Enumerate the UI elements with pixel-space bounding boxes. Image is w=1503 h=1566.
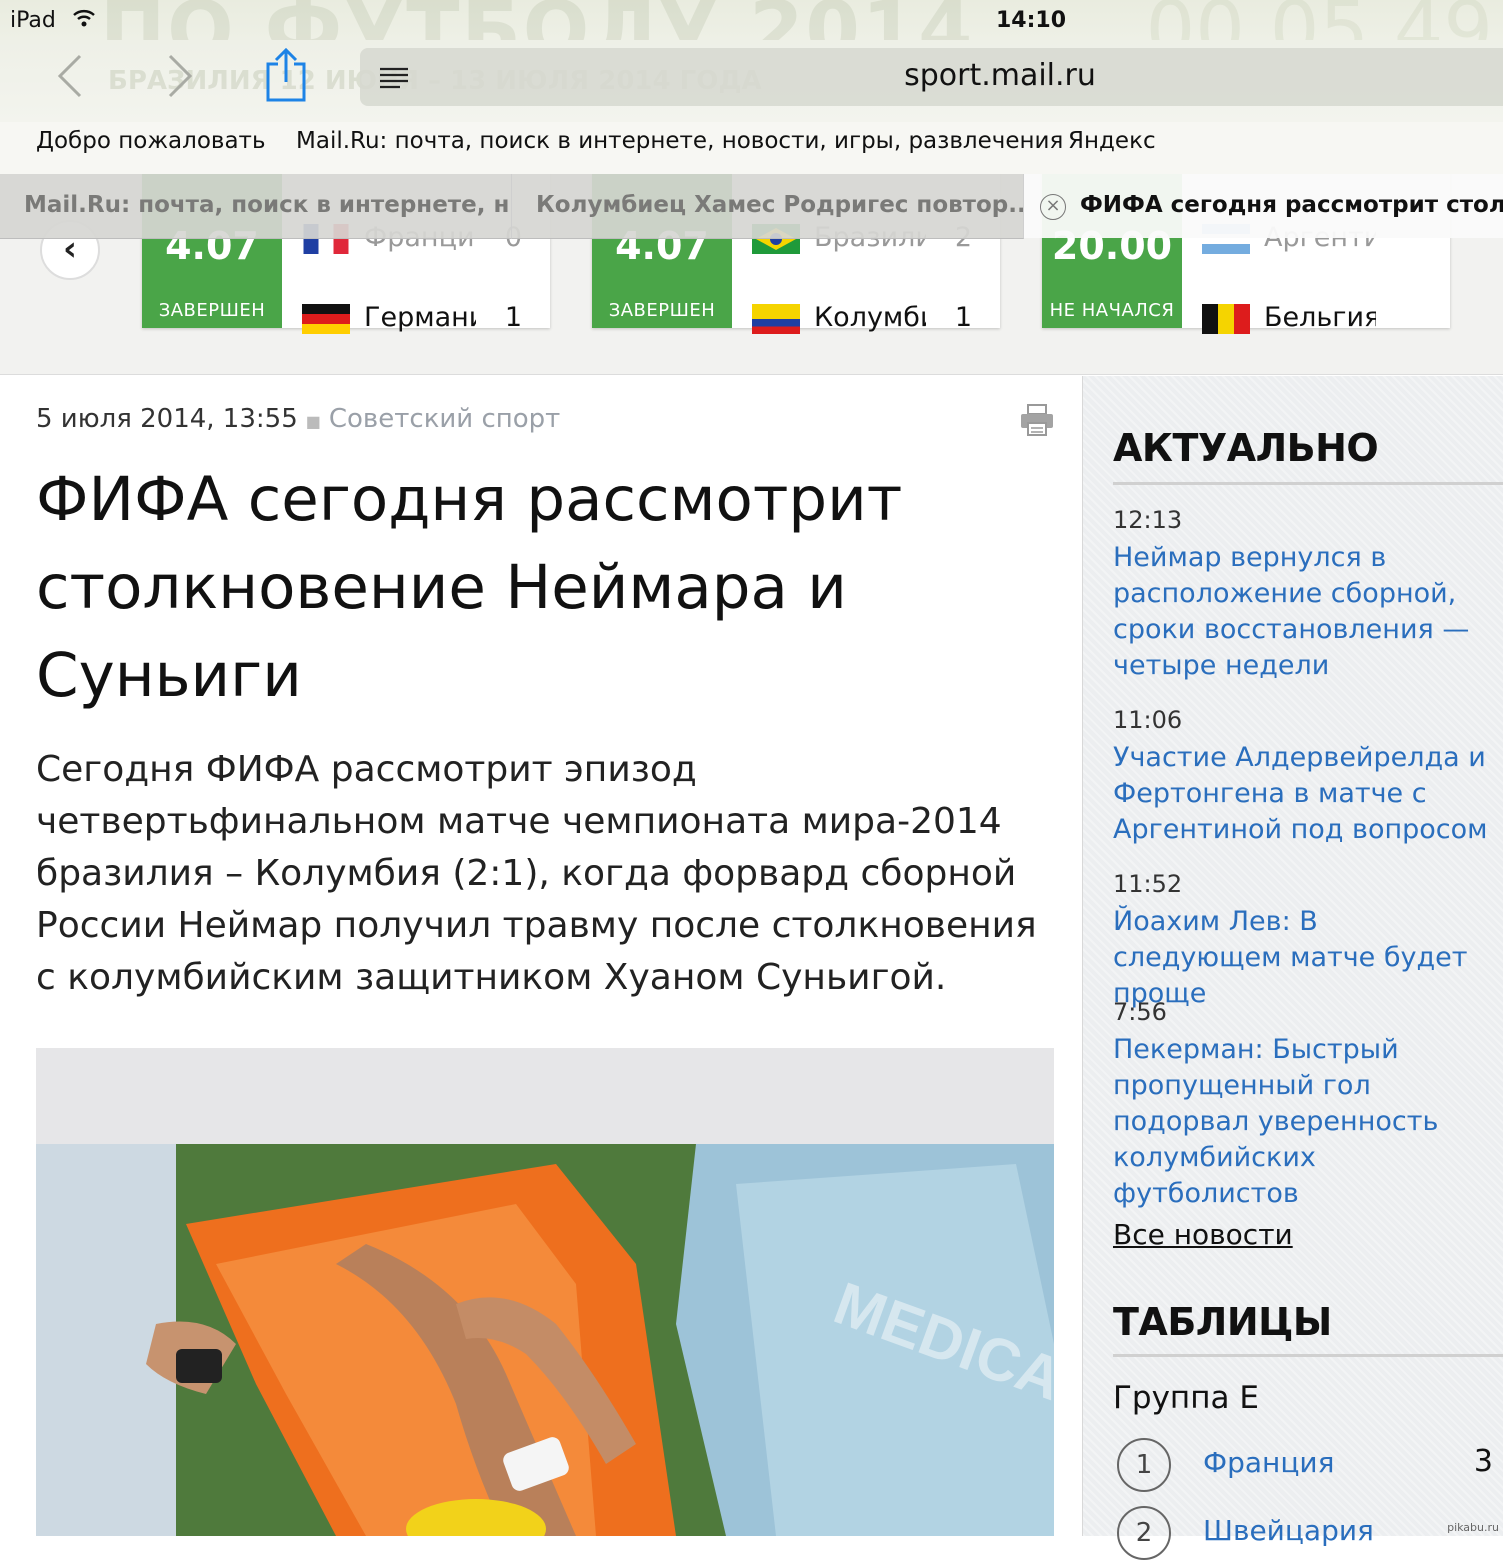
- rank-badge: 2: [1117, 1506, 1171, 1560]
- device-label: iPad: [10, 8, 56, 33]
- team-points: 3: [1473, 1444, 1493, 1479]
- back-button[interactable]: [56, 54, 84, 98]
- browser-tab[interactable]: Mail.Ru: почта, поиск в интернете, н...: [0, 174, 512, 239]
- bookmark-item[interactable]: Яндекс: [1068, 128, 1156, 154]
- tab-label: ФИФА сегодня рассмотрит столк...: [1080, 192, 1503, 218]
- wifi-icon: [72, 8, 96, 33]
- print-icon[interactable]: [1020, 404, 1054, 436]
- standings-row: 1 Франция 3: [1113, 1438, 1493, 1498]
- standings-row: 2 Швейцария: [1113, 1506, 1493, 1566]
- team-link[interactable]: Франция: [1203, 1446, 1334, 1479]
- news-link[interactable]: Йоахим Лев: В следующем матче будет прощ…: [1113, 904, 1483, 1012]
- team-name: Бельгия: [1264, 302, 1376, 333]
- article-lead: Сегодня ФИФА рассмотрит эпизод четвертьф…: [36, 749, 1037, 998]
- all-news-link[interactable]: Все новости: [1113, 1218, 1293, 1251]
- actual-heading: АКТУАЛЬНО: [1113, 426, 1379, 470]
- news-time: 11:06: [1113, 706, 1183, 734]
- article-date: 5 июля 2014, 13:55: [36, 404, 298, 434]
- article-source[interactable]: Советский спорт: [329, 404, 560, 434]
- team-row: Бельгия: [1202, 302, 1432, 336]
- news-time: 7:56: [1113, 998, 1167, 1026]
- match-state: НЕ НАЧАЛСЯ: [1049, 300, 1175, 321]
- team-link[interactable]: Швейцария: [1203, 1514, 1374, 1547]
- url-text[interactable]: sport.mail.ru: [360, 58, 1503, 93]
- share-button[interactable]: [262, 46, 310, 102]
- tabs-bar: Mail.Ru: почта, поиск в интернете, н... …: [0, 174, 1503, 240]
- navigation-bar: БРАЗИЛИЯ 12 ИЮНЯ – 13 ИЮЛЯ 2014 ГОДА spo…: [0, 40, 1503, 122]
- group-title: Группа E: [1113, 1380, 1259, 1416]
- belgium-flag-icon: [1202, 304, 1250, 334]
- news-time: 12:13: [1113, 506, 1183, 534]
- team-name: Колумбия: [814, 302, 926, 333]
- colombia-flag-icon: [752, 304, 800, 334]
- team-score: 1: [954, 302, 972, 333]
- team-score: 1: [504, 302, 522, 333]
- team-row: Колумбия 1: [752, 302, 982, 336]
- bookmark-item[interactable]: Добро пожаловать: [36, 128, 266, 154]
- address-bar[interactable]: sport.mail.ru: [360, 48, 1503, 106]
- news-link[interactable]: Участие Алдервейрелда и Фертонгена в мат…: [1113, 740, 1503, 848]
- team-name: Германия: [364, 302, 476, 333]
- article-title: ФИФА сегодня рассмотрит столкновение Ней…: [36, 464, 903, 711]
- news-link[interactable]: Пекерман: Быстрый пропущенный гол подорв…: [1113, 1032, 1493, 1212]
- browser-tab[interactable]: Колумбиец Хамес Родригес повтор...: [512, 174, 1024, 239]
- browser-chrome: ПО ФУТБОЛУ 2014 00 05 49 iPad 14:10 БРАЗ…: [0, 0, 1503, 240]
- article-meta: 5 июля 2014, 13:55 ■ Советский спорт: [36, 404, 560, 434]
- tables-heading: ТАБЛИЦЫ: [1113, 1300, 1332, 1344]
- news-link[interactable]: Неймар вернулся в расположение сборной, …: [1113, 540, 1493, 684]
- article-photo[interactable]: MEDICAL: [36, 1144, 1054, 1536]
- news-time: 11:52: [1113, 870, 1183, 898]
- status-clock: 14:10: [996, 8, 1067, 33]
- bookmark-item[interactable]: Mail.Ru: почта, поиск в интернете, новос…: [296, 128, 1063, 154]
- article-photo-frame: MEDICAL: [36, 1048, 1054, 1536]
- status-bar: ПО ФУТБОЛУ 2014 00 05 49 iPad 14:10: [0, 0, 1503, 76]
- watermark: pikabu.ru: [1447, 1521, 1499, 1534]
- heading-divider: [1113, 1354, 1503, 1357]
- tab-label: Колумбиец Хамес Родригес повтор...: [536, 192, 1024, 218]
- sidebar: АКТУАЛЬНО 12:13 Неймар вернулся в распол…: [1082, 376, 1503, 1560]
- team-row: Германия 1: [302, 302, 532, 336]
- match-state: ЗАВЕРШЕН: [608, 300, 716, 321]
- close-tab-icon[interactable]: ×: [1040, 194, 1066, 220]
- germany-flag-icon: [302, 304, 350, 334]
- heading-divider: [1113, 482, 1503, 485]
- forward-button[interactable]: [166, 54, 194, 98]
- rank-badge: 1: [1117, 1438, 1171, 1492]
- tab-label: Mail.Ru: почта, поиск в интернете, н...: [24, 192, 512, 218]
- match-state: ЗАВЕРШЕН: [158, 300, 266, 321]
- browser-tab-active[interactable]: × ФИФА сегодня рассмотрит столк...: [1024, 174, 1503, 238]
- bookmarks-bar: Добро пожаловать Mail.Ru: почта, поиск в…: [0, 122, 1503, 174]
- separator-dot-icon: ■: [305, 412, 321, 431]
